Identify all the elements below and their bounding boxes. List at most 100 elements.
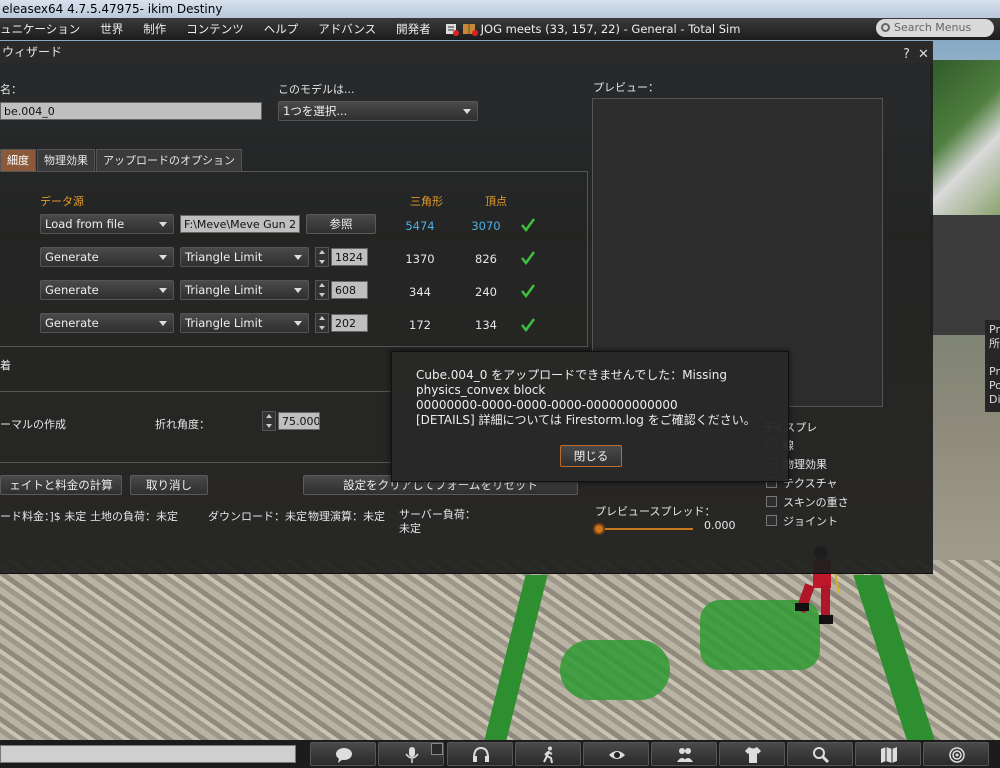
people-icon <box>677 748 693 762</box>
lod-source-value: Generate <box>45 283 99 297</box>
lod-vertex-count: 826 <box>475 252 497 266</box>
side-panel-line: Di <box>989 393 1000 406</box>
menu-content[interactable]: コンテンツ <box>176 21 254 37</box>
close-window-button[interactable]: ✕ <box>918 44 929 66</box>
view-button[interactable] <box>583 742 649 766</box>
search-menus-input[interactable]: Search Menus <box>876 19 994 37</box>
upload-error-dialog: Cube.004_0 をアップロードできませんでした：Missing physi… <box>391 351 789 482</box>
lod-method-value: Triangle Limit <box>185 283 263 297</box>
bottom-toolbar <box>0 740 1000 768</box>
lod-file-path-input[interactable]: F:\Meve\Meve Gun 2 K <box>180 215 300 233</box>
preview-label: プレビュー： <box>593 81 659 94</box>
divider <box>0 391 392 392</box>
close-dialog-button[interactable]: 閉じる <box>560 445 622 467</box>
ground-marking <box>560 640 670 700</box>
chevron-down-icon <box>294 321 302 326</box>
tab-physics[interactable]: 物理効果 <box>37 149 95 171</box>
side-panel-line: Pr <box>989 323 1000 336</box>
menu-build[interactable]: 制作 <box>133 21 176 37</box>
menu-developer[interactable]: 開発者 <box>386 21 441 37</box>
upload-model-window: ウィザード ? ✕ 名： be.004_0 このモデルは... 1つを選択...… <box>0 41 933 574</box>
lod-limit-input[interactable]: 1824 <box>331 248 368 266</box>
microphone-icon <box>405 747 419 763</box>
lod-limit-stepper[interactable] <box>315 280 329 300</box>
map-button[interactable] <box>855 742 921 766</box>
voice-toggle-icon[interactable] <box>431 743 443 755</box>
chevron-down-icon <box>159 288 167 293</box>
menu-communication[interactable]: ュニケーション <box>0 21 90 37</box>
header-vertices: 頂点 <box>485 195 507 208</box>
crease-angle-stepper[interactable] <box>262 411 276 431</box>
lod-limit-input[interactable]: 202 <box>331 314 368 332</box>
scene-road <box>930 215 1000 335</box>
menu-help[interactable]: ヘルプ <box>254 21 309 37</box>
speak-button[interactable] <box>447 742 513 766</box>
parcel-flag-icon <box>445 24 459 36</box>
browse-button[interactable]: 参照 <box>306 214 376 234</box>
search-button[interactable] <box>787 742 853 766</box>
radar-button[interactable] <box>923 742 989 766</box>
calculate-weights-button[interactable]: ェイトと料金の計算 <box>0 475 122 495</box>
lod-source-select[interactable]: Load from file <box>40 214 174 234</box>
walking-person-icon <box>543 746 553 764</box>
lod-source-select[interactable]: Generate <box>40 280 174 300</box>
lod-vertex-count: 3070 <box>471 219 501 233</box>
model-name-label: 名： <box>0 83 22 96</box>
lod-limit-stepper[interactable] <box>315 247 329 267</box>
help-button[interactable]: ? <box>903 44 910 66</box>
preview-spread-slider-handle[interactable] <box>593 523 605 535</box>
model-type-label: このモデルは... <box>278 83 355 96</box>
menu-advanced[interactable]: アドバンス <box>308 21 386 37</box>
menu-world[interactable]: 世界 <box>90 21 133 37</box>
lod-limit-input[interactable]: 608 <box>331 281 368 299</box>
display-joints-label: ジョイント <box>783 515 838 528</box>
display-joints-checkbox[interactable] <box>766 515 777 526</box>
lod-source-value: Generate <box>45 316 99 330</box>
chevron-down-icon <box>159 321 167 326</box>
model-name-input[interactable]: be.004_0 <box>0 102 262 120</box>
model-type-select[interactable]: 1つを選択... <box>278 101 478 121</box>
lod-limit-stepper[interactable] <box>315 313 329 333</box>
check-icon <box>521 318 535 332</box>
upload-fee-text: ード料金：]$ 未定 <box>0 510 87 523</box>
display-skin-weights-checkbox[interactable] <box>766 496 777 507</box>
lod-method-select[interactable]: Triangle Limit <box>180 280 309 300</box>
tab-detail[interactable]: 細度 <box>0 149 36 171</box>
headphones-icon <box>473 746 489 762</box>
chevron-down-icon <box>159 255 167 260</box>
side-panel-line: 所 <box>989 337 1000 350</box>
download-cost-text: ダウンロード：未定 <box>208 510 307 523</box>
lod-source-select[interactable]: Generate <box>40 247 174 267</box>
package-icon <box>462 24 478 36</box>
search-placeholder: Search Menus <box>894 21 972 34</box>
cancel-button[interactable]: 取り消し <box>130 475 208 495</box>
lod-triangle-count: 5474 <box>405 219 435 233</box>
search-icon <box>881 23 890 32</box>
model-type-value: 1つを選択... <box>283 104 348 118</box>
header-source: データ源 <box>40 195 84 208</box>
check-icon <box>521 284 535 298</box>
lod-panel-footer-label: 着 <box>0 359 11 372</box>
preview-spread-slider-track[interactable] <box>598 528 693 530</box>
lod-source-select[interactable]: Generate <box>40 313 174 333</box>
crease-angle-label: 折れ角度： <box>155 418 210 431</box>
header-triangles: 三角形 <box>410 195 443 208</box>
crease-angle-input[interactable]: 75.000 <box>278 412 320 430</box>
lod-source-value: Load from file <box>45 217 125 231</box>
preview-spread-label: プレビュースプレッド： <box>595 505 716 518</box>
preview-spread-value: 0.000 <box>704 519 736 532</box>
lod-method-select[interactable]: Triangle Limit <box>180 247 309 267</box>
location-bar[interactable]: JOG meets (33, 157, 22) - General - Tota… <box>445 22 740 36</box>
move-button[interactable] <box>515 742 581 766</box>
lod-method-select[interactable]: Triangle Limit <box>180 313 309 333</box>
people-button[interactable] <box>651 742 717 766</box>
appearance-button[interactable] <box>719 742 785 766</box>
generate-normals-label: ーマルの作成 <box>0 418 66 431</box>
window-title-bar: eleasex64 4.7.5.47975- ikim Destiny <box>0 0 1000 18</box>
chat-input[interactable] <box>0 745 296 763</box>
tab-upload-options[interactable]: アップロードのオプション <box>96 149 242 171</box>
chat-button[interactable] <box>310 742 376 766</box>
lod-triangle-count: 172 <box>409 318 431 332</box>
lod-method-value: Triangle Limit <box>185 250 263 264</box>
shirt-icon <box>745 747 761 763</box>
